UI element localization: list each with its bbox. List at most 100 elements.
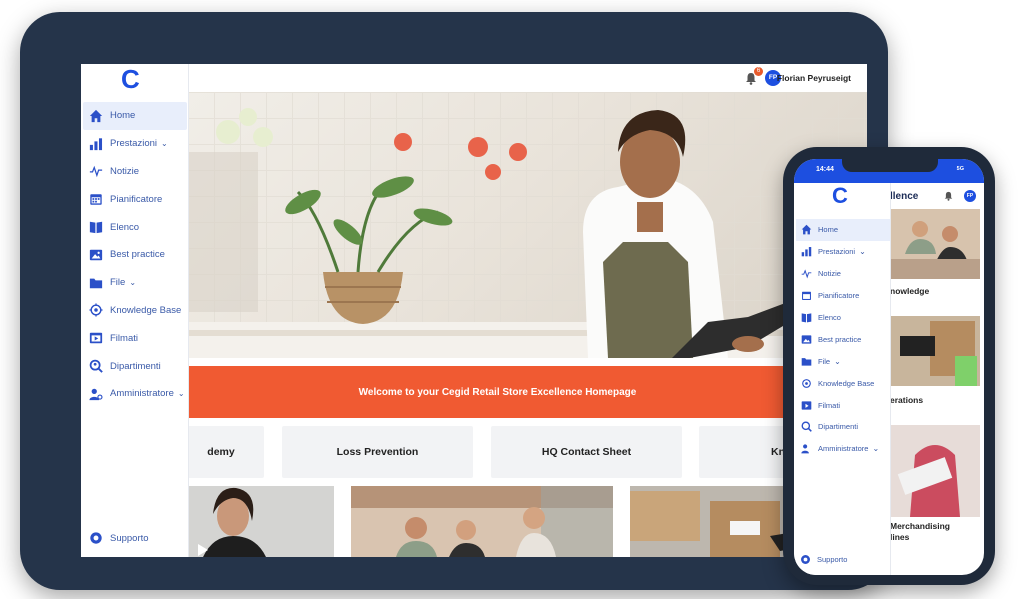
- sidebar-item-label: Filmati: [818, 400, 841, 410]
- phone-sidebar: C Home Prestazioni ⌄ Notizie Pianificator…: [794, 183, 891, 575]
- card-label: HQ Contact Sheet: [541, 446, 632, 458]
- target-icon: [89, 303, 103, 318]
- page-title: llence: [890, 191, 919, 202]
- chevron-down-icon[interactable]: ⌄: [161, 139, 168, 148]
- sidebar-item-label: Home: [818, 225, 839, 235]
- sidebar-item-label: Elenco: [818, 313, 841, 322]
- card-academy[interactable]: demy: [178, 426, 264, 478]
- top-bar: 6 FP Florian Peyruseigt: [188, 64, 867, 92]
- support-link[interactable]: Supporto: [89, 531, 149, 545]
- video-icon: [801, 400, 812, 411]
- sidebar-item-elenco[interactable]: Elenco: [83, 213, 187, 241]
- sidebar-item-amministratore[interactable]: Amministratore ⌄: [83, 380, 187, 408]
- sidebar-item-filmati[interactable]: Filmati: [83, 324, 187, 352]
- bell-icon[interactable]: [944, 191, 953, 201]
- phone-device: 14:44 5G C Home Prestazioni ⌄ Notizie Pia…: [783, 147, 995, 585]
- sidebar-item-dipartimenti[interactable]: Dipartimenti: [83, 352, 187, 380]
- card-image[interactable]: [890, 425, 980, 517]
- thumbnail-team[interactable]: [351, 486, 613, 557]
- phone-notch: [842, 159, 938, 172]
- bar-chart-icon: [801, 246, 812, 257]
- phone-sidebar-nav: Home Prestazioni ⌄ Notizie Pianificatore …: [796, 219, 890, 460]
- chevron-down-icon[interactable]: ⌄: [129, 278, 136, 287]
- chevron-down-icon[interactable]: ⌄: [178, 389, 185, 398]
- card-caption: nowledge: [890, 286, 930, 296]
- card-image[interactable]: [890, 316, 980, 386]
- sidebar-item-file[interactable]: File ⌄: [796, 350, 890, 372]
- book-icon: [89, 220, 103, 234]
- support-icon: [89, 531, 103, 545]
- status-signal: 5G: [956, 166, 964, 172]
- folder-icon: [89, 276, 103, 290]
- sidebar-item-pianificatore[interactable]: Pianificatore: [83, 185, 187, 213]
- book-icon: [801, 312, 812, 323]
- sidebar-item-pianificatore[interactable]: Pianificatore: [796, 285, 890, 307]
- sidebar-item-label: Prestazioni: [110, 138, 157, 150]
- card-label: demy: [207, 446, 235, 458]
- home-icon: [801, 224, 812, 235]
- sidebar-item-label: Knowledge Base: [818, 378, 875, 388]
- sidebar-item-label: Notizie: [818, 269, 841, 279]
- thumbnail-row: [188, 486, 867, 557]
- sidebar-item-home[interactable]: Home: [83, 102, 187, 130]
- sidebar-item-label: Dipartimenti: [110, 360, 161, 372]
- sidebar-item-label: File: [110, 277, 126, 289]
- chevron-down-icon[interactable]: ⌄: [859, 247, 866, 256]
- notification-badge: 6: [754, 67, 763, 76]
- card-caption: erations: [890, 395, 924, 405]
- sidebar-item-label: Amministratore: [110, 388, 174, 400]
- cegid-logo[interactable]: C: [121, 66, 140, 92]
- sidebar-item-notizie[interactable]: Notizie: [796, 263, 890, 285]
- chevron-down-icon[interactable]: ⌄: [872, 444, 879, 453]
- sidebar-item-label: Pianificatore: [110, 193, 163, 205]
- sidebar-item-filmati[interactable]: Filmati: [796, 394, 890, 416]
- support-label: Supporto: [110, 532, 149, 544]
- folder-icon: [801, 356, 812, 367]
- card-hq-contact-sheet[interactable]: HQ Contact Sheet: [491, 426, 682, 478]
- sidebar-item-home[interactable]: Home: [796, 219, 890, 241]
- phone-content: nowledge erations Merchandising lines: [890, 209, 984, 575]
- sidebar-item-label: Home: [110, 110, 136, 122]
- support-link[interactable]: Supporto: [800, 554, 847, 565]
- thumbnail-video[interactable]: [188, 486, 334, 557]
- pulse-icon: [801, 268, 812, 279]
- sidebar-item-knowledge-base[interactable]: Knowledge Base: [796, 372, 890, 394]
- sidebar-item-label: Notizie: [110, 165, 140, 177]
- chevron-down-icon[interactable]: ⌄: [834, 357, 841, 366]
- sidebar-item-prestazioni[interactable]: Prestazioni ⌄: [796, 241, 890, 263]
- quick-links: demy Loss Prevention HQ Contact Sheet Kn…: [178, 426, 867, 478]
- sidebar-item-label: File: [818, 356, 831, 366]
- sidebar-item-label: Pianificatore: [818, 291, 860, 301]
- card-image[interactable]: [890, 209, 980, 279]
- sidebar-item-label: Amministratore: [818, 444, 869, 454]
- pulse-icon: [89, 164, 103, 178]
- sidebar-item-label: Elenco: [110, 221, 140, 233]
- sidebar-item-file[interactable]: File ⌄: [83, 269, 187, 297]
- cegid-logo[interactable]: C: [832, 185, 848, 207]
- sidebar-item-label: Prestazioni: [818, 247, 856, 257]
- phone-screen: 14:44 5G C Home Prestazioni ⌄ Notizie Pia…: [794, 159, 984, 575]
- sidebar: C Home Prestazioni ⌄ Notizie Pianificato…: [81, 64, 189, 557]
- tablet-screen: C Home Prestazioni ⌄ Notizie Pianificato…: [81, 64, 867, 557]
- home-icon: [89, 109, 103, 123]
- sidebar-item-prestazioni[interactable]: Prestazioni ⌄: [83, 130, 187, 158]
- hero-image: [188, 92, 867, 358]
- sidebar-item-label: Knowledge Base: [110, 304, 182, 316]
- admin-icon: [89, 387, 103, 401]
- sidebar-item-elenco[interactable]: Elenco: [796, 307, 890, 329]
- phone-top-bar: llence FP: [890, 183, 984, 209]
- sidebar-item-knowledge-base[interactable]: Knowledge Base: [83, 297, 187, 325]
- avatar[interactable]: FP: [964, 190, 976, 202]
- video-icon: [89, 331, 103, 345]
- sidebar-item-best-practice[interactable]: Best practice: [83, 241, 187, 269]
- user-name[interactable]: Florian Peyruseigt: [777, 73, 851, 83]
- status-time: 14:44: [816, 166, 834, 173]
- sidebar-item-label: Best practice: [818, 334, 862, 344]
- image-icon: [801, 334, 812, 345]
- sidebar-item-best-practice[interactable]: Best practice: [796, 328, 890, 350]
- sidebar-item-dipartimenti[interactable]: Dipartimenti: [796, 416, 890, 438]
- card-loss-prevention[interactable]: Loss Prevention: [282, 426, 473, 478]
- sidebar-item-amministratore[interactable]: Amministratore ⌄: [796, 438, 890, 460]
- sidebar-item-notizie[interactable]: Notizie: [83, 158, 187, 186]
- welcome-text: Welcome to your Cegid Retail Store Excel…: [358, 386, 637, 398]
